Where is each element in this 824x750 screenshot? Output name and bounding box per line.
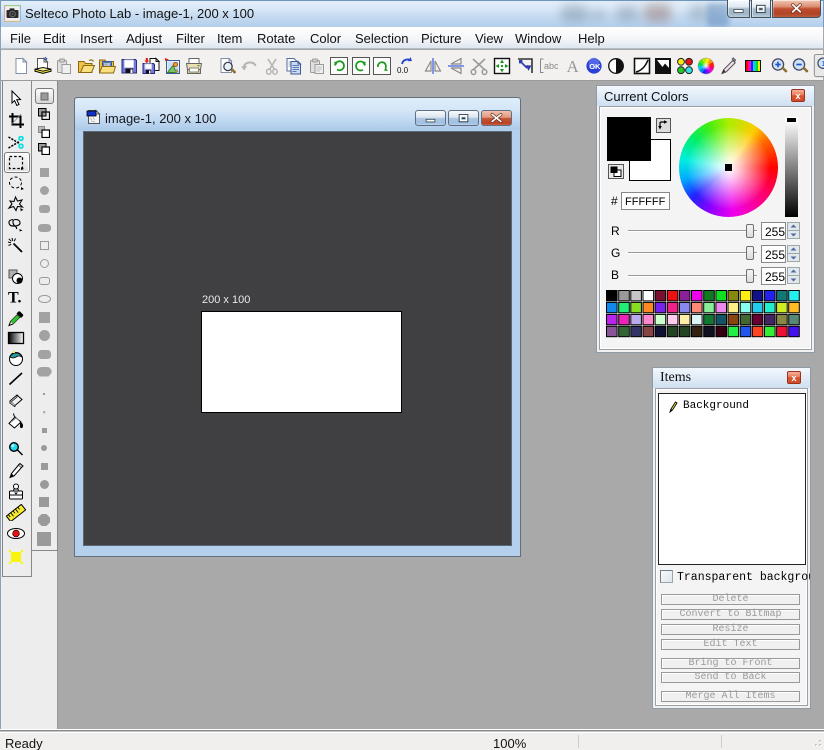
svg-text:abc: abc [544,61,558,71]
svg-text:A: A [567,57,580,76]
svg-text:OK: OK [589,62,601,71]
svg-text:0.0: 0.0 [397,66,409,75]
svg-text:T.: T. [8,290,21,307]
